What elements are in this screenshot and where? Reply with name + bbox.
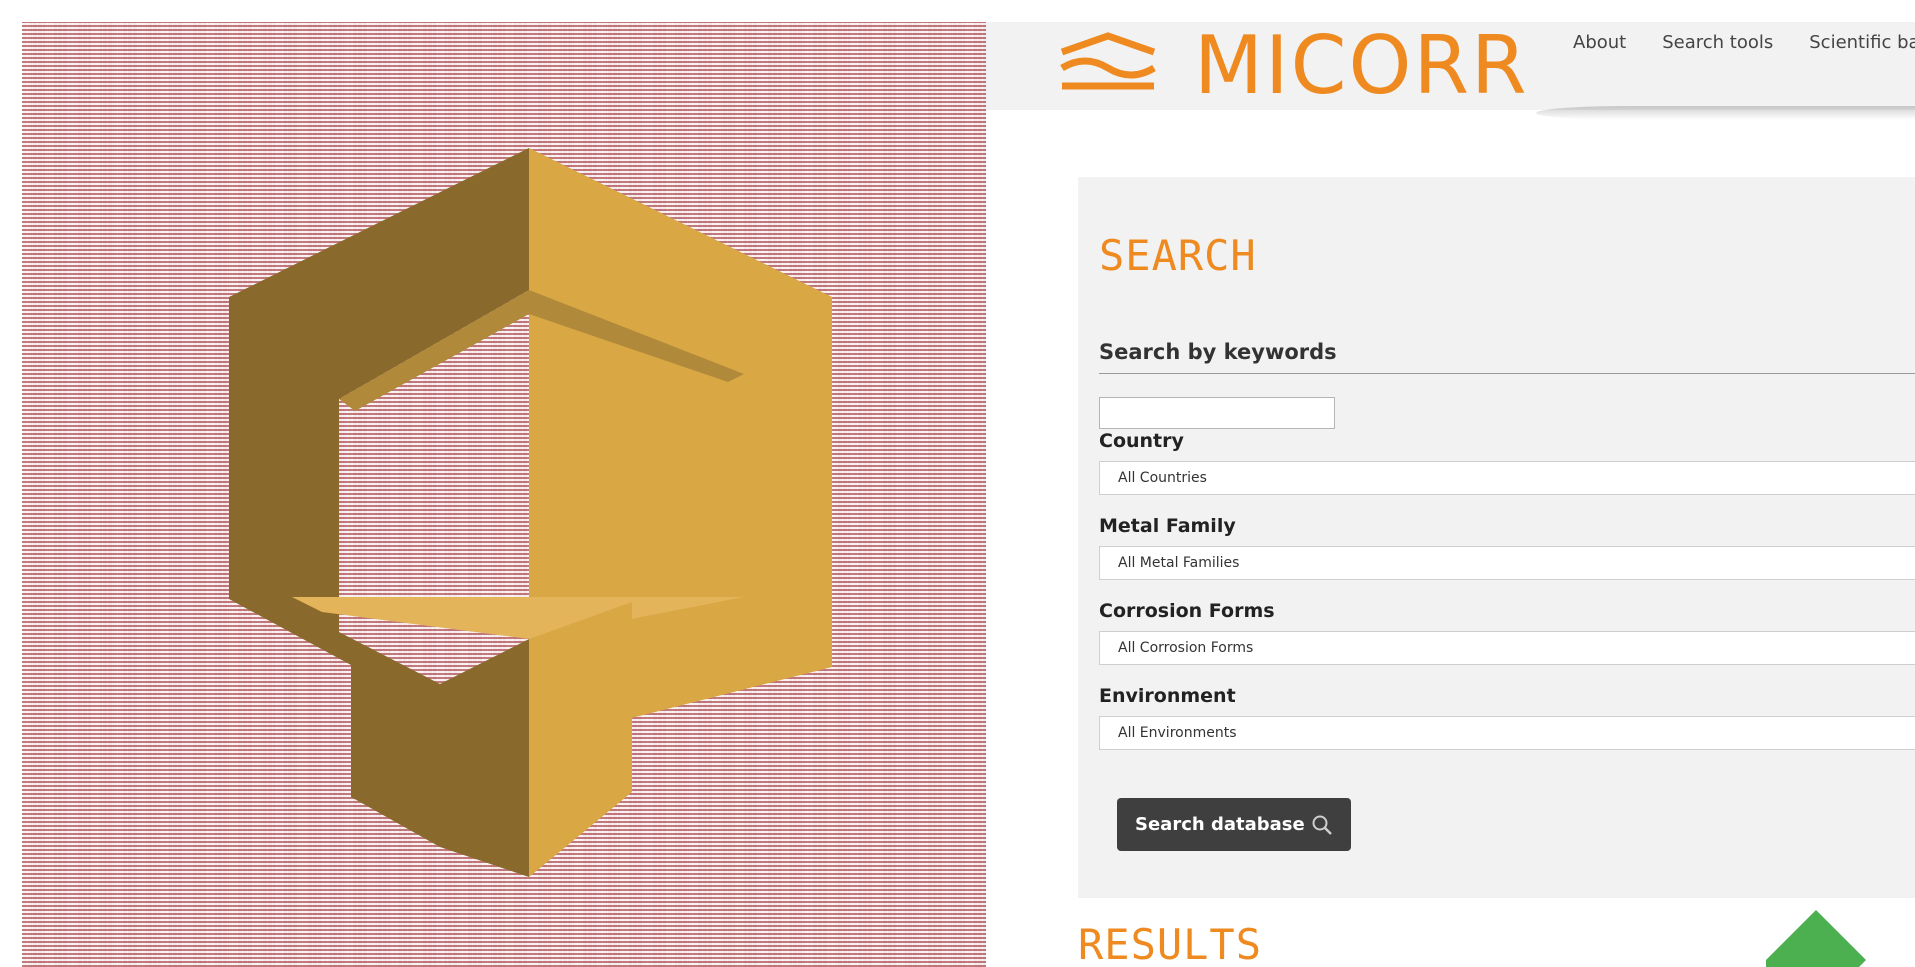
keywords-label: Search by keywords xyxy=(1099,340,1337,364)
search-database-button[interactable]: Search database xyxy=(1117,798,1351,851)
corrosion-forms-selected: All Corrosion Forms xyxy=(1118,640,1254,656)
metal-family-selected: All Metal Families xyxy=(1118,555,1240,571)
metal-family-label: Metal Family xyxy=(1099,515,1236,537)
nav-about[interactable]: About xyxy=(1573,32,1626,53)
website: MICORR About Search tools Scientific ba … xyxy=(986,22,1915,967)
keywords-divider xyxy=(1099,373,1915,374)
search-icon xyxy=(1312,815,1332,835)
nav-search-tools[interactable]: Search tools xyxy=(1662,32,1773,53)
metal-family-select[interactable]: All Metal Families xyxy=(1099,546,1915,580)
scroll-to-top-icon[interactable] xyxy=(1766,910,1866,967)
country-label: Country xyxy=(1099,430,1184,452)
environment-selected: All Environments xyxy=(1118,725,1237,741)
corrosion-forms-label: Corrosion Forms xyxy=(1099,600,1275,622)
nav-scientific-base[interactable]: Scientific ba xyxy=(1809,32,1915,53)
wave-lines-icon[interactable] xyxy=(1058,30,1158,100)
search-button-label: Search database xyxy=(1135,814,1305,835)
results-title: RESULTS xyxy=(1078,920,1263,967)
environment-select[interactable]: All Environments xyxy=(1099,716,1915,750)
gold-hexagon-logo xyxy=(229,148,832,877)
corrosion-forms-select[interactable]: All Corrosion Forms xyxy=(1099,631,1915,665)
country-selected: All Countries xyxy=(1118,470,1207,486)
search-title: SEARCH xyxy=(1099,231,1257,280)
site-header: MICORR About Search tools Scientific ba xyxy=(986,22,1915,112)
environment-label: Environment xyxy=(1099,685,1236,707)
country-select[interactable]: All Countries xyxy=(1099,461,1915,495)
logo-artwork-panel xyxy=(22,22,986,967)
brand-name[interactable]: MICORR xyxy=(1194,22,1529,116)
search-panel: SEARCH Search by keywords Country All Co… xyxy=(1078,177,1915,898)
main-nav: About Search tools Scientific ba xyxy=(1573,32,1915,53)
header-shadow xyxy=(1536,106,1915,120)
keywords-input[interactable] xyxy=(1099,397,1335,429)
